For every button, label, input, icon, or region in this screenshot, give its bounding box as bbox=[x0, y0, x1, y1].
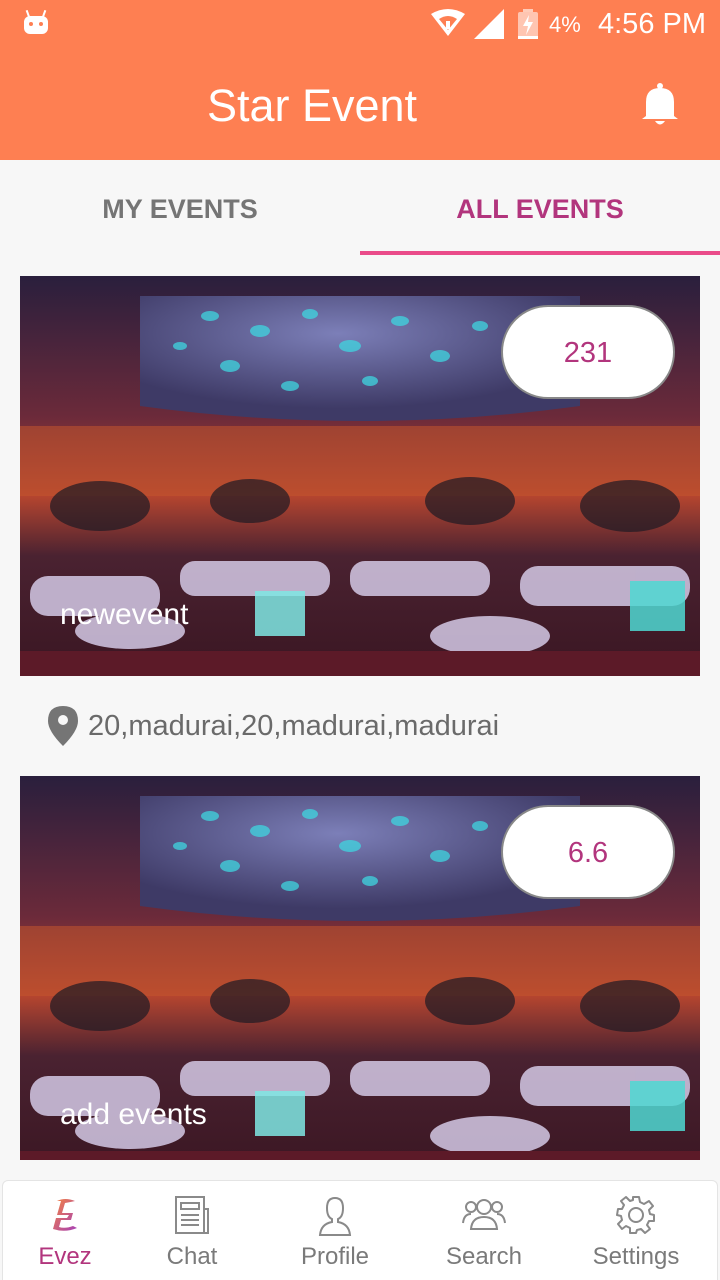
nav-label: Chat bbox=[166, 1243, 218, 1270]
location-pin-icon bbox=[48, 706, 78, 746]
nav-item-profile[interactable]: Profile bbox=[273, 1181, 397, 1280]
app-title: Star Event bbox=[206, 80, 418, 131]
group-icon bbox=[462, 1199, 506, 1230]
evez-logo-icon bbox=[53, 1199, 77, 1231]
nav-item-chat[interactable]: Chat bbox=[127, 1181, 257, 1280]
wifi-icon bbox=[431, 9, 465, 36]
nav-label: Profile bbox=[300, 1243, 370, 1270]
tab-all-events[interactable]: ALL EVENTS bbox=[360, 160, 720, 256]
event-card[interactable]: 231 newevent bbox=[20, 276, 700, 676]
tab-my-events[interactable]: MY EVENTS bbox=[0, 160, 360, 256]
newspaper-icon bbox=[175, 1196, 209, 1234]
event-title: newevent bbox=[60, 598, 189, 631]
tab-indicator bbox=[360, 251, 720, 255]
person-icon bbox=[318, 1196, 352, 1236]
notification-bell-icon[interactable] bbox=[640, 82, 680, 126]
event-location: 20,madurai,20,madurai,madurai bbox=[0, 676, 720, 776]
nav-item-search[interactable]: Search bbox=[419, 1181, 549, 1280]
app-bar: Star Event bbox=[0, 50, 720, 160]
nav-label: Evez bbox=[38, 1243, 92, 1270]
nav-label: Settings bbox=[592, 1243, 680, 1270]
battery-percentage: 4% bbox=[549, 12, 581, 37]
location-text: 20,madurai,20,madurai,madurai bbox=[88, 710, 500, 742]
nav-item-settings[interactable]: Settings bbox=[571, 1181, 701, 1280]
signal-icon bbox=[474, 9, 504, 39]
nav-item-evez[interactable]: Evez bbox=[3, 1181, 127, 1280]
android-icon bbox=[24, 10, 48, 34]
event-card[interactable]: 6.6 add events bbox=[20, 776, 700, 1160]
status-bar: 4% 4:56 PM bbox=[0, 0, 720, 50]
event-count-badge: 231 bbox=[501, 305, 675, 399]
bottom-navigation: Evez Chat Profile Search Settings bbox=[2, 1180, 718, 1280]
event-title: add events bbox=[60, 1098, 207, 1131]
event-count-badge: 6.6 bbox=[501, 805, 675, 899]
gear-icon bbox=[616, 1196, 655, 1234]
event-tabs: MY EVENTS ALL EVENTS bbox=[0, 160, 720, 256]
battery-charging-icon bbox=[518, 9, 538, 39]
nav-label: Search bbox=[445, 1243, 523, 1270]
clock: 4:56 PM bbox=[598, 8, 706, 40]
